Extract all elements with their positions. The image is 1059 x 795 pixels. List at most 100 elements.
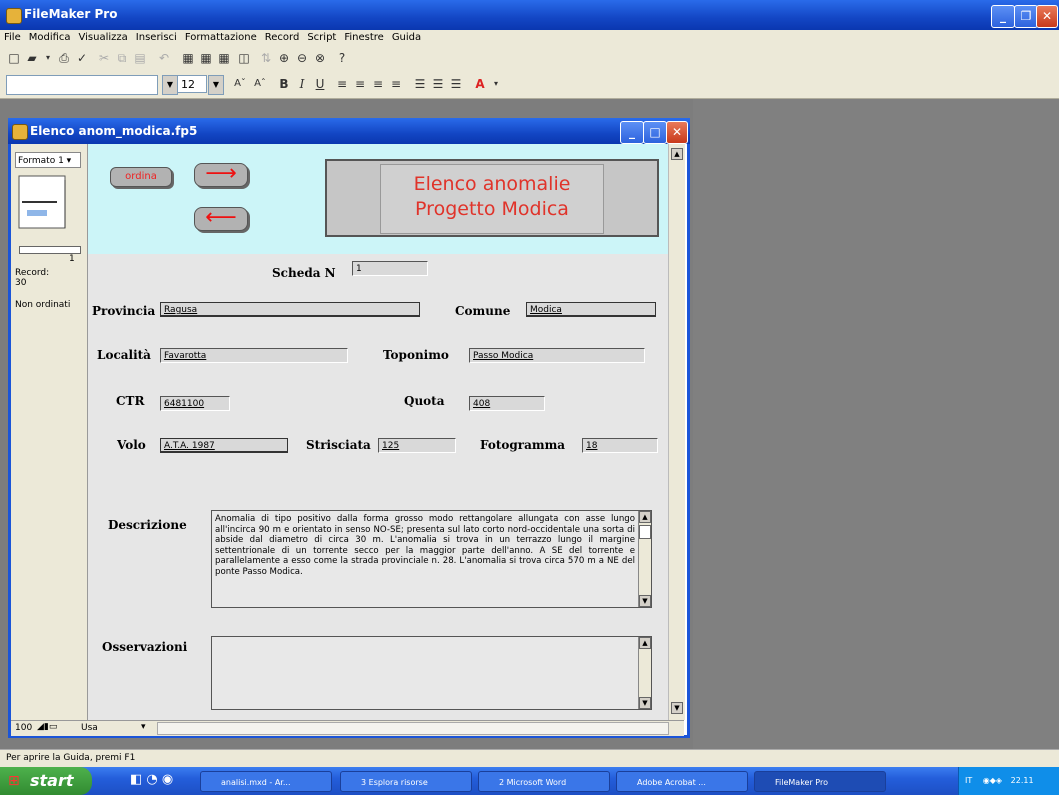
open-dropdown-icon[interactable]: ▾	[40, 50, 56, 66]
increase-font-icon[interactable]: Aˆ	[252, 76, 268, 92]
quicklaunch-icons[interactable]: ◧ ◔ ◉	[130, 772, 173, 787]
record-book-icon[interactable]	[17, 174, 69, 234]
zoom-level[interactable]: 100	[15, 723, 32, 733]
menu-modifica[interactable]: Modifica	[25, 30, 75, 45]
toponimo-field[interactable]: Passo Modica	[469, 348, 645, 363]
windows-logo-icon: ⊞	[8, 773, 20, 789]
ctr-label: CTR	[116, 394, 145, 408]
osservazioni-scrollbar[interactable]: ▲ ▼	[638, 637, 651, 709]
indent-icon[interactable]: ☰	[448, 76, 464, 92]
provincia-field[interactable]: Ragusa	[160, 302, 420, 317]
localita-label: Località	[97, 348, 151, 362]
window-vertical-scrollbar[interactable]: ▲ ▼	[668, 144, 685, 720]
find-show-icon[interactable]: ⊗	[312, 50, 328, 66]
fotogramma-field[interactable]: 18	[582, 438, 658, 453]
layout-selector[interactable]: Formato 1 ▾	[15, 152, 81, 168]
previous-record-button[interactable]: ⟵	[194, 207, 248, 231]
descrizione-textarea[interactable]: Anomalia di tipo positivo dalla forma gr…	[211, 510, 652, 608]
minimize-button[interactable]: _	[991, 5, 1015, 28]
open-file-icon[interactable]: ▰	[24, 50, 40, 66]
align-right-icon[interactable]: ≡	[370, 76, 386, 92]
menu-script[interactable]: Script	[303, 30, 340, 45]
doc-minimize-button[interactable]: _	[620, 121, 644, 144]
sort-icon[interactable]: ⇅	[258, 50, 274, 66]
task-acrobat[interactable]: Adobe Acrobat ...	[616, 771, 748, 792]
record-slider[interactable]	[19, 246, 81, 254]
task-filemaker[interactable]: FileMaker Pro	[754, 771, 886, 792]
line-spacing-icon[interactable]: ☰	[412, 76, 428, 92]
localita-field[interactable]: Favarotta	[160, 348, 348, 363]
preview-mode-icon[interactable]: ◫	[236, 50, 252, 66]
list-icon[interactable]: ☰	[430, 76, 446, 92]
status-area: Formato 1 ▾ 1 Record: 30 Non ordinati	[11, 144, 88, 720]
paste-icon[interactable]: ▤	[132, 50, 148, 66]
scroll-down-icon[interactable]: ▼	[639, 595, 651, 607]
font-size-input[interactable]: 12	[177, 75, 207, 93]
window-scroll-up-icon[interactable]: ▲	[671, 148, 683, 160]
mode-selector[interactable]: Usa	[81, 723, 98, 733]
tray-icons[interactable]: ◉◆◈	[983, 776, 1002, 785]
find-omit-icon[interactable]: ⊖	[294, 50, 310, 66]
window-scroll-down-icon[interactable]: ▼	[671, 702, 683, 714]
doc-maximize-button[interactable]: □	[643, 121, 667, 144]
font-name-input[interactable]	[6, 75, 158, 95]
language-indicator[interactable]: IT	[965, 776, 972, 785]
doc-close-button[interactable]: ✕	[666, 121, 688, 144]
bold-icon[interactable]: B	[276, 76, 292, 92]
zoom-controls-icon[interactable]: ◢▮▭	[37, 722, 57, 732]
italic-icon[interactable]: I	[294, 76, 310, 92]
scheda-field[interactable]: 1	[352, 261, 428, 276]
comune-field[interactable]: Modica	[526, 302, 656, 317]
menu-inserisci[interactable]: Inserisci	[132, 30, 181, 45]
align-left-icon[interactable]: ≡	[334, 76, 350, 92]
osservazioni-label: Osservazioni	[102, 640, 188, 654]
task-arcmap[interactable]: analisi.mxd - Ar...	[200, 771, 332, 792]
underline-icon[interactable]: U	[312, 76, 328, 92]
menu-finestre[interactable]: Finestre	[340, 30, 387, 45]
next-record-button[interactable]: ⟶	[194, 163, 248, 187]
strisciata-field[interactable]: 125	[378, 438, 456, 453]
menu-visualizza[interactable]: Visualizza	[75, 30, 132, 45]
menu-formattazione[interactable]: Formattazione	[181, 30, 261, 45]
clock: 22.11	[1010, 776, 1034, 785]
print-icon[interactable]: ⎙	[56, 50, 72, 66]
scroll-thumb[interactable]	[639, 525, 651, 539]
close-button[interactable]: ✕	[1036, 5, 1058, 28]
horizontal-scrollbar[interactable]	[157, 722, 669, 735]
help-icon[interactable]: ?	[334, 50, 350, 66]
browse-mode-icon[interactable]: ▦	[180, 50, 196, 66]
osservazioni-textarea[interactable]	[211, 636, 652, 710]
copy-icon[interactable]: ⧉	[114, 50, 130, 66]
scroll-up-icon[interactable]: ▲	[639, 637, 651, 649]
undo-icon[interactable]: ↶	[156, 50, 172, 66]
restore-button[interactable]: ❐	[1014, 5, 1038, 28]
decrease-font-icon[interactable]: Aˇ	[232, 76, 248, 92]
new-file-icon[interactable]: □	[6, 50, 22, 66]
task-explorer[interactable]: 3 Esplora risorse	[340, 771, 472, 792]
ctr-field[interactable]: 6481100	[160, 396, 230, 411]
menu-record[interactable]: Record	[261, 30, 304, 45]
sort-button[interactable]: ordina	[110, 167, 172, 187]
volo-field[interactable]: A.T.A. 1987	[160, 438, 288, 453]
text-color-icon[interactable]: A	[472, 76, 488, 92]
quota-field[interactable]: 408	[469, 396, 545, 411]
descrizione-scrollbar[interactable]: ▲ ▼	[638, 511, 651, 607]
text-color-dropdown-icon[interactable]: ▾	[488, 76, 504, 92]
font-dropdown-button[interactable]: ▼	[162, 75, 178, 95]
record-count: 30	[15, 278, 27, 288]
menu-file[interactable]: File	[0, 30, 25, 45]
mode-dropdown-icon[interactable]: ▾	[141, 722, 146, 732]
scroll-up-icon[interactable]: ▲	[639, 511, 651, 523]
find-mode-icon[interactable]: ▦	[198, 50, 214, 66]
align-center-icon[interactable]: ≡	[352, 76, 368, 92]
spellcheck-icon[interactable]: ✓	[74, 50, 90, 66]
font-size-dropdown-button[interactable]: ▼	[208, 75, 224, 95]
justify-icon[interactable]: ≡	[388, 76, 404, 92]
task-word[interactable]: 2 Microsoft Word	[478, 771, 610, 792]
find-all-icon[interactable]: ⊕	[276, 50, 292, 66]
menu-guida[interactable]: Guida	[388, 30, 425, 45]
scroll-down-icon[interactable]: ▼	[639, 697, 651, 709]
layout-mode-icon[interactable]: ▦	[216, 50, 232, 66]
cut-icon[interactable]: ✂	[96, 50, 112, 66]
document-bottom-bar: 100 ◢▮▭ Usa ▾	[11, 720, 684, 736]
